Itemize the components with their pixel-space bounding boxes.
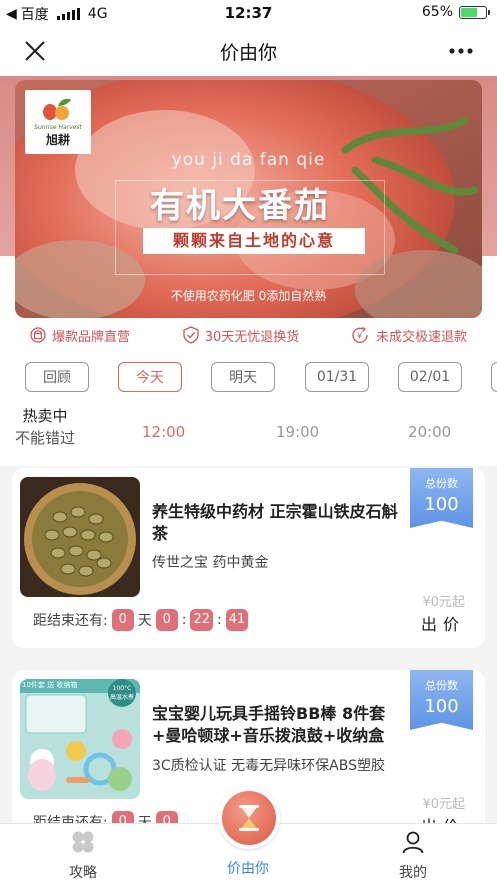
shield-check-icon — [183, 326, 199, 344]
banner-subtitle: 颗颗来自土地的心意 — [143, 228, 365, 254]
date-tab-more[interactable] — [491, 362, 497, 392]
tab-label: 价由你 — [227, 861, 269, 877]
product-image: 10件套 送 收纳箱 100°C 高温水煮 — [20, 679, 140, 799]
tab-label: 我的 — [399, 865, 427, 881]
countdown: 距结束还有: 0 天 0 : 22 : 41 — [33, 609, 249, 631]
status-bar: ◀ 百度 4G 12:37 65% — [0, 0, 497, 26]
countdown-sep: : — [181, 612, 187, 628]
guarantee-refund: ¥ 未成交极速退款 — [352, 322, 467, 348]
time-slot-2000[interactable]: 20:00 — [408, 423, 451, 441]
dendrobium-photo — [20, 477, 140, 597]
banner-pinyin: you ji da fan qie — [171, 150, 326, 170]
thumb-badge-sub: 高温水煮 — [110, 694, 135, 701]
center-bid-inner — [222, 791, 276, 845]
countdown-minutes: 22 — [190, 609, 213, 631]
thumb-badge-top: 100°C — [112, 685, 132, 692]
product-name: 宝宝婴儿玩具手摇铃BB棒 8件套+曼哈顿球+音乐拨浪鼓+收纳盒 — [152, 704, 386, 745]
brand-logo: Sunrise Harvest 旭耕 — [25, 90, 91, 154]
bid-button[interactable]: 出价 — [421, 611, 465, 635]
brand-name-en: Sunrise Harvest — [34, 124, 82, 131]
guarantee-direct: 爆款品牌直营 — [30, 322, 130, 348]
guarantee-return: 30天无忧退换货 — [183, 322, 300, 348]
battery-icon — [459, 5, 490, 19]
guarantee-label: 未成交极速退款 — [375, 329, 467, 345]
tab-label: 攻略 — [69, 865, 97, 881]
product-image — [20, 477, 140, 597]
countdown-sep: : — [216, 612, 222, 628]
guarantee-label: 30天无忧退换货 — [204, 329, 300, 345]
date-tab-today[interactable]: 今天 — [118, 362, 182, 392]
svg-text:¥: ¥ — [357, 332, 362, 341]
hourglass-icon — [239, 805, 259, 831]
banner-title: 有机大番茄 — [150, 186, 330, 226]
product-desc: 3C质检认证 无毒无异味环保ABS塑胶 — [152, 758, 385, 774]
ribbon-number: 100 — [424, 696, 459, 717]
time-slot-1200[interactable]: 12:00 — [142, 423, 185, 441]
countdown-hours: 0 — [155, 609, 178, 631]
nav-bar: 价由你 — [0, 26, 497, 76]
time-slot-1900[interactable]: 19:00 — [276, 423, 319, 441]
ribbon-number: 100 — [424, 494, 459, 515]
date-tab-0131[interactable]: 01/31 — [305, 362, 369, 392]
start-price: ¥0元起 — [422, 797, 465, 812]
tab-bid[interactable]: 价由你 — [198, 854, 298, 878]
promo-banner[interactable]: Sunrise Harvest 旭耕 you ji da fan qie 有机大… — [15, 80, 482, 318]
ribbon-label: 总份数 — [425, 477, 458, 490]
status-right: 65% — [421, 4, 490, 20]
total-quantity-ribbon: 总份数 100 — [410, 468, 473, 528]
hot-label: 热卖中 不能错过 — [15, 405, 75, 449]
total-quantity-ribbon: 总份数 100 — [410, 670, 473, 730]
page-title: 价由你 — [219, 42, 277, 64]
time-slot-row: 热卖中 不能错过 12:00 19:00 20:00 — [0, 405, 497, 455]
store-icon — [30, 327, 46, 343]
date-tabs: 回顾 今天 明天 01/31 02/01 — [25, 362, 497, 392]
countdown-seconds: 41 — [225, 609, 249, 631]
guarantee-label: 爆款品牌直营 — [52, 329, 131, 345]
center-bid-button[interactable] — [218, 787, 280, 849]
thumb-tag: 10件套 送 收纳箱 — [22, 681, 78, 689]
start-price: ¥0元起 — [422, 595, 465, 610]
countdown-day-unit: 天 — [137, 613, 152, 629]
countdown-days: 0 — [111, 609, 134, 631]
hot-label-sub: 不能错过 — [15, 429, 76, 447]
ribbon-label: 总份数 — [425, 679, 458, 692]
banner-footnote: 不使用农药化肥 0添加自然熟 — [170, 289, 327, 303]
countdown-label: 距结束还有: — [33, 613, 108, 629]
date-tab-tomorrow[interactable]: 明天 — [211, 362, 275, 392]
battery-percent: 65% — [421, 4, 453, 20]
hot-label-title: 热卖中 — [22, 407, 68, 425]
date-tab-review[interactable]: 回顾 — [25, 362, 89, 392]
tab-strategy[interactable]: 攻略 — [33, 830, 133, 882]
more-icon[interactable] — [447, 38, 475, 64]
clover-icon — [72, 831, 94, 853]
refund-icon: ¥ — [352, 327, 368, 343]
product-desc: 传世之宝 药中黄金 — [152, 555, 269, 571]
user-icon — [402, 831, 424, 854]
brand-name-cn: 旭耕 — [45, 133, 70, 147]
guarantee-row: 爆款品牌直营 30天无忧退换货 ¥ 未成交极速退款 — [0, 322, 497, 348]
brand-logo-icon — [43, 98, 71, 120]
product-card[interactable]: 养生特级中药材 正宗霍山铁皮石斛茶 传世之宝 药中黄金 总份数 100 距结束还… — [12, 468, 485, 648]
product-name: 养生特级中药材 正宗霍山铁皮石斛茶 — [152, 502, 398, 543]
date-tab-0201[interactable]: 02/01 — [398, 362, 462, 392]
thumb-badge: 100°C 高温水煮 — [110, 684, 134, 702]
tab-mine[interactable]: 我的 — [363, 830, 463, 882]
